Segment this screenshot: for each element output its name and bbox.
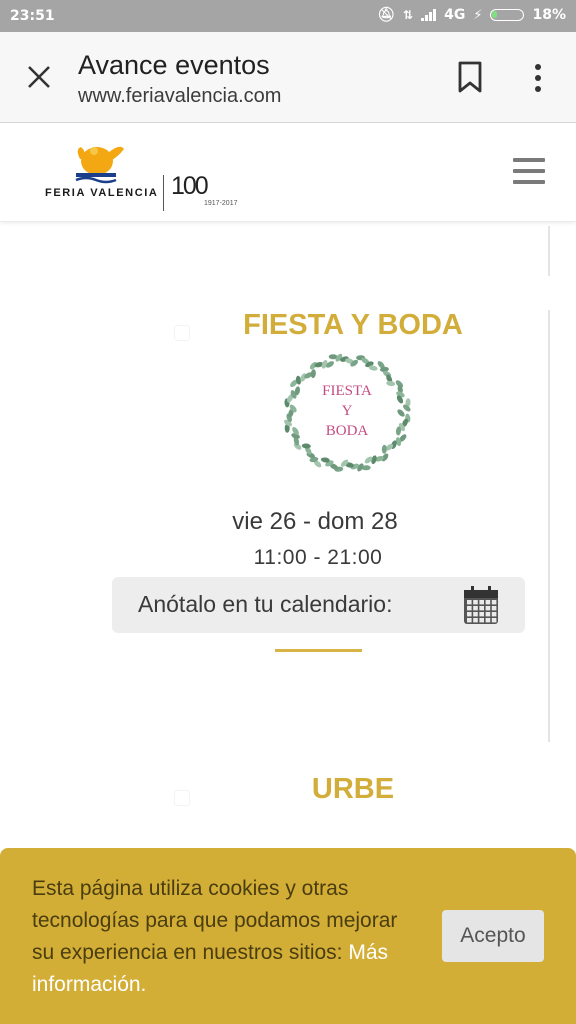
logo-mark-icon	[75, 146, 124, 184]
signal-icon	[421, 9, 437, 21]
bookmark-icon[interactable]	[456, 60, 484, 94]
image-text-y: Y	[342, 403, 353, 419]
logo-divider	[163, 175, 164, 211]
wreath-image: FIESTA Y BODA	[284, 353, 411, 472]
hamburger-menu-icon[interactable]	[513, 158, 545, 184]
browser-toolbar: Avance eventos www.feriavalencia.com	[0, 32, 576, 123]
add-to-calendar-button[interactable]: Anótalo en tu calendario:	[112, 577, 525, 633]
status-time: 23:51	[10, 8, 55, 24]
mute-icon: 🔕︎	[377, 7, 396, 23]
event-hours: 11:00 - 21:00	[253, 546, 383, 569]
accept-cookies-button[interactable]: Acepto	[442, 910, 544, 962]
battery-icon	[490, 9, 525, 21]
cookie-banner: Esta página utiliza cookies y otras tecn…	[0, 848, 576, 1024]
image-text-boda: BODA	[326, 423, 369, 439]
data-arrows-icon: ⇅	[403, 8, 414, 22]
status-bar: 23:51 🔕︎ ⇅ 4G ⚡︎ 18%	[0, 0, 576, 32]
site-logo[interactable]: FERIA VALENCIA 100 1917-2017	[44, 137, 254, 217]
calendar-label: Anótalo en tu calendario:	[138, 591, 393, 617]
battery-percent: 18%	[532, 7, 566, 23]
logo-text: FERIA VALENCIA	[45, 187, 159, 199]
logo-centenary: 100	[171, 172, 209, 200]
cookie-message: Esta página utiliza cookies y otras tecn…	[32, 873, 404, 1001]
page-title: Avance eventos	[78, 50, 270, 80]
image-text-fiesta: FIESTA	[322, 383, 372, 399]
site-header: FERIA VALENCIA 100 1917-2017	[0, 123, 576, 222]
page-url: www.feriavalencia.com	[78, 85, 282, 107]
event-title[interactable]: URBE	[0, 773, 576, 806]
section-divider	[275, 649, 362, 652]
cookie-text: Esta página utiliza cookies y otras tecn…	[32, 877, 398, 964]
close-icon[interactable]	[24, 62, 54, 92]
calendar-icon	[464, 586, 498, 624]
event-dates: vie 26 - dom 28	[232, 508, 398, 535]
more-vert-icon[interactable]	[534, 62, 542, 94]
logo-years: 1917-2017	[204, 200, 238, 207]
event-title[interactable]: FIESTA Y BODA	[0, 309, 576, 342]
scroll-divider	[548, 226, 550, 276]
status-icons: 🔕︎ ⇅ 4G ⚡︎ 18%	[377, 7, 566, 23]
charging-icon: ⚡︎	[473, 7, 483, 23]
network-type: 4G	[444, 7, 466, 23]
